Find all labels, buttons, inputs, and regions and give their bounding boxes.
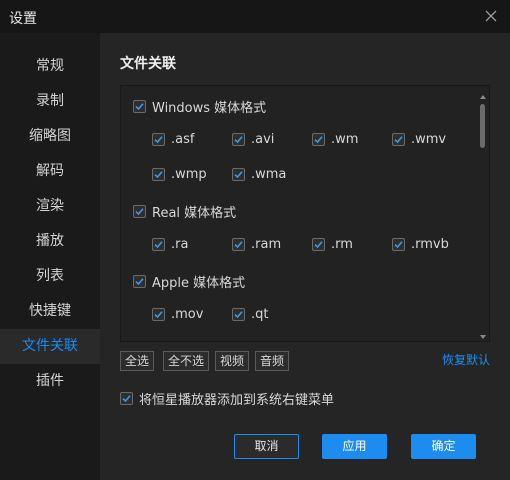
sidebar-item-thumbnail[interactable]: 缩略图	[0, 119, 100, 154]
file-type-list: Windows 媒体格式 .asf .avi .wm .wmv .wmp .wm…	[120, 85, 490, 342]
group-apple-checkbox[interactable]: Apple 媒体格式	[133, 272, 245, 291]
cancel-button[interactable]: 取消	[234, 434, 299, 459]
sidebar-item-playlist[interactable]: 列表	[0, 259, 100, 294]
checkbox-checked-icon	[392, 133, 405, 146]
sidebar-item-plugins[interactable]: 插件	[0, 364, 100, 399]
ext-checkbox[interactable]: .rm	[312, 237, 353, 252]
ext-label: .ra	[171, 237, 189, 252]
group-label: Apple 媒体格式	[152, 276, 246, 291]
section-title: 文件关联	[120, 56, 176, 72]
ext-checkbox[interactable]: .wmv	[392, 132, 446, 147]
checkbox-checked-icon	[232, 133, 245, 146]
checkbox-checked-icon	[312, 238, 325, 251]
select-none-button[interactable]: 全不选	[163, 351, 210, 371]
sidebar-item-decoding[interactable]: 解码	[0, 154, 100, 189]
checkbox-checked-icon	[152, 168, 165, 181]
close-icon[interactable]	[482, 7, 500, 25]
scroll-up-arrow-icon[interactable]	[479, 90, 487, 99]
apply-button[interactable]: 应用	[322, 434, 387, 459]
ext-checkbox[interactable]: .wm	[312, 132, 358, 147]
ext-label: .qt	[251, 307, 269, 322]
checkbox-checked-icon	[152, 133, 165, 146]
scrollbar-thumb[interactable]	[480, 104, 485, 148]
ext-label: .rmvb	[411, 237, 449, 252]
window-title: 设置	[9, 11, 37, 27]
checkbox-checked-icon	[120, 392, 133, 405]
settings-panel: 文件关联 Windows 媒体格式 .asf .avi .wm .wmv .wm…	[100, 33, 510, 480]
ext-label: .wma	[251, 167, 287, 182]
select-all-button[interactable]: 全选	[120, 351, 155, 371]
checkbox-checked-icon	[152, 308, 165, 321]
select-audio-button[interactable]: 音频	[255, 351, 290, 371]
checkbox-checked-icon	[133, 275, 146, 288]
ext-checkbox[interactable]: .mov	[152, 307, 203, 322]
ext-label: .wm	[331, 132, 359, 147]
ext-label: .mov	[171, 307, 204, 322]
group-real-checkbox[interactable]: Real 媒体格式	[133, 202, 236, 221]
ext-checkbox[interactable]: .ra	[152, 237, 188, 252]
scroll-down-arrow-icon[interactable]	[479, 330, 487, 339]
select-video-button[interactable]: 视频	[215, 351, 250, 371]
context-menu-checkbox[interactable]: 将恒星播放器添加到系统右键菜单	[120, 389, 334, 408]
restore-default-link[interactable]: 恢复默认	[442, 351, 490, 368]
ext-label: .ram	[251, 237, 282, 252]
checkbox-checked-icon	[232, 238, 245, 251]
ext-checkbox[interactable]: .asf	[152, 132, 194, 147]
ext-label: .asf	[171, 132, 195, 147]
title-bar: 设置	[0, 0, 510, 33]
checkbox-checked-icon	[152, 238, 165, 251]
ok-button[interactable]: 确定	[411, 434, 476, 459]
settings-sidebar: 常规 录制 缩略图 解码 渲染 播放 列表 快捷键 文件关联 插件	[0, 33, 100, 480]
checkbox-checked-icon	[133, 100, 146, 113]
group-label: Windows 媒体格式	[152, 101, 267, 116]
ext-label: .avi	[251, 132, 275, 147]
group-label: Real 媒体格式	[152, 206, 237, 221]
sidebar-item-shortcuts[interactable]: 快捷键	[0, 294, 100, 329]
ext-checkbox[interactable]: .wma	[232, 167, 286, 182]
sidebar-item-file-association[interactable]: 文件关联	[0, 329, 100, 364]
checkbox-checked-icon	[133, 205, 146, 218]
ext-label: .wmv	[411, 132, 447, 147]
ext-checkbox[interactable]: .rmvb	[392, 237, 449, 252]
checkbox-checked-icon	[232, 168, 245, 181]
ext-checkbox[interactable]: .ram	[232, 237, 281, 252]
ext-checkbox[interactable]: .wmp	[152, 167, 207, 182]
checkbox-checked-icon	[232, 308, 245, 321]
sidebar-item-rendering[interactable]: 渲染	[0, 189, 100, 224]
sidebar-item-general[interactable]: 常规	[0, 49, 100, 84]
ext-checkbox[interactable]: .avi	[232, 132, 274, 147]
context-menu-label: 将恒星播放器添加到系统右键菜单	[139, 393, 335, 408]
ext-label: .rm	[331, 237, 353, 252]
sidebar-item-recording[interactable]: 录制	[0, 84, 100, 119]
group-windows-checkbox[interactable]: Windows 媒体格式	[133, 97, 266, 116]
ext-label: .wmp	[171, 167, 207, 182]
checkbox-checked-icon	[312, 133, 325, 146]
checkbox-checked-icon	[392, 238, 405, 251]
ext-checkbox[interactable]: .qt	[232, 307, 268, 322]
sidebar-item-playback[interactable]: 播放	[0, 224, 100, 259]
